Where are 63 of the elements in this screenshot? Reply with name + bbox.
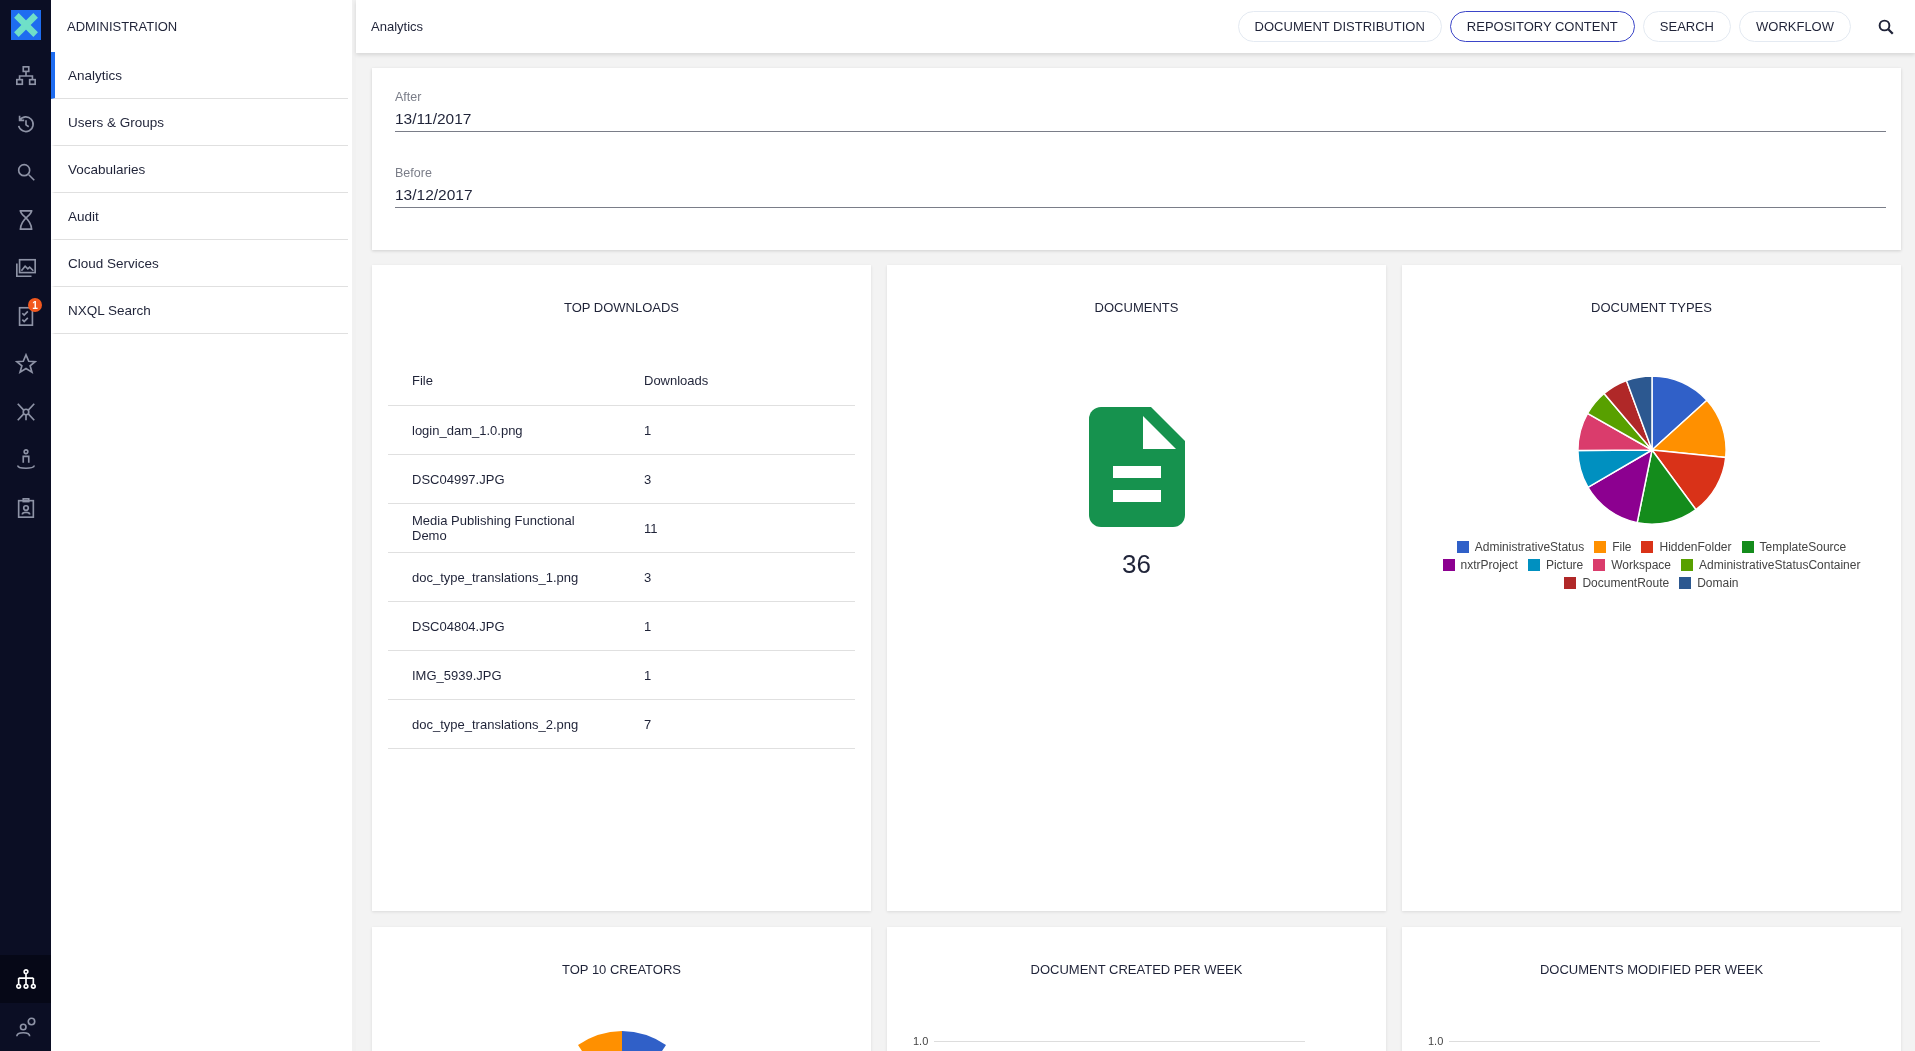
sidebar-item[interactable]: Users & Groups [51, 99, 348, 146]
table-cell: DSC04804.JPG [388, 601, 620, 651]
table-cell: 7 [620, 699, 855, 749]
pie-slice [621, 1031, 666, 1051]
tab[interactable]: WORKFLOW [1739, 11, 1851, 42]
legend-label[interactable]: AdministrativeStatusContainer [1699, 558, 1861, 572]
table-cell: 3 [620, 454, 855, 504]
tab[interactable]: REPOSITORY CONTENT [1449, 11, 1635, 42]
pictures-icon [14, 257, 37, 279]
hierarchy-icon [14, 968, 37, 990]
sidebar-item[interactable]: Analytics [51, 52, 348, 99]
pie-slice [577, 1031, 622, 1051]
sitemap-icon [14, 65, 37, 87]
date-field[interactable]: After 13/11/2017 [395, 90, 1886, 132]
star-icon [14, 353, 37, 375]
document-icon [1088, 407, 1185, 527]
card-title: DOCUMENT CREATED PER WEEK [1030, 962, 1243, 977]
document-count: 36 [1122, 549, 1151, 580]
legend-label[interactable]: TemplateSource [1759, 540, 1847, 554]
legend-label[interactable]: AdministrativeStatus [1474, 540, 1585, 554]
card-title: DOCUMENTS [1094, 300, 1179, 315]
legend-label[interactable]: Picture [1545, 558, 1584, 572]
sidebar-title: ADMINISTRATION [66, 18, 179, 36]
sidebar-item[interactable]: Audit [51, 193, 348, 240]
page-title: Analytics [371, 19, 424, 34]
table-cell: 3 [620, 552, 855, 602]
legend-label[interactable]: nxtrProject [1460, 558, 1518, 572]
person-pin-icon [14, 449, 37, 471]
sidebar-item[interactable]: Vocabularies [51, 146, 348, 193]
date-field[interactable]: Before 13/12/2017 [395, 166, 1886, 208]
network-icon [14, 401, 37, 423]
legend-label[interactable]: File [1612, 540, 1632, 554]
table-cell: doc_type_translations_2.png [388, 699, 620, 749]
legend-label[interactable]: Domain [1697, 576, 1739, 590]
table-cell: IMG_5939.JPG [388, 650, 620, 700]
card-title: DOCUMENT TYPES [1591, 300, 1712, 315]
sidebar-item[interactable]: Cloud Services [51, 240, 348, 287]
card-title: DOCUMENTS MODIFIED PER WEEK [1539, 962, 1764, 977]
axis-tick-label: 1.0 [1428, 1035, 1444, 1047]
table-cell: 11 [620, 503, 855, 553]
notification-badge: 1 [28, 298, 42, 312]
axis-tick-label: 1.0 [913, 1035, 929, 1047]
table-cell: 1 [620, 601, 855, 651]
table-cell: login_dam_1.0.png [388, 405, 620, 455]
logo-icon[interactable] [10, 10, 41, 40]
user-settings-icon [14, 1016, 37, 1038]
search-icon[interactable] [1877, 17, 1895, 36]
table-cell: DSC04997.JPG [388, 454, 620, 504]
table-cell: doc_type_translations_1.png [388, 552, 620, 602]
legend-label[interactable]: Workspace [1611, 558, 1672, 572]
card-title: TOP 10 CREATORS [562, 962, 681, 977]
legend-label[interactable]: DocumentRoute [1582, 576, 1670, 590]
column-header: File [388, 355, 620, 406]
rail-button[interactable] [0, 955, 51, 1003]
table-cell: 1 [620, 650, 855, 700]
card-title: TOP DOWNLOADS [563, 300, 680, 315]
table-cell: Media Publishing Functional Demo [388, 503, 620, 553]
tab[interactable]: DOCUMENT DISTRIBUTION [1237, 11, 1442, 42]
tab[interactable]: SEARCH [1642, 11, 1731, 42]
legend-label[interactable]: HiddenFolder [1659, 540, 1732, 554]
table-cell: 1 [620, 405, 855, 455]
column-header: Downloads [620, 355, 855, 406]
sidebar-item[interactable]: NXQL Search [51, 287, 348, 334]
